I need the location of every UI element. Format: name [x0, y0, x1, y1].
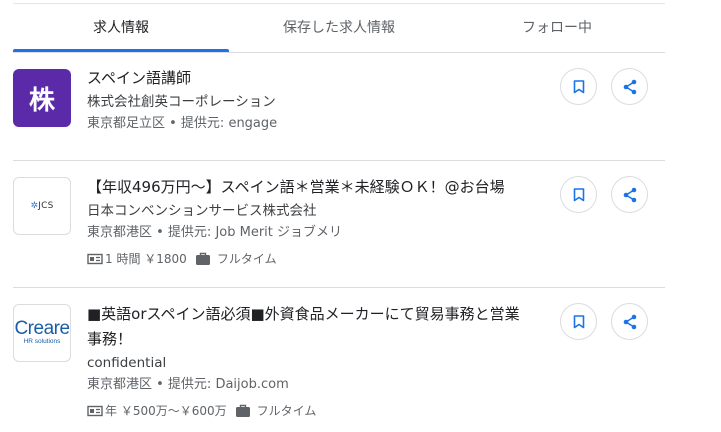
- job-meta: 年 ￥500万〜￥600万 フルタイム: [87, 402, 543, 420]
- tab-job-info[interactable]: 求人情報: [13, 4, 229, 52]
- logo-label: JCS: [38, 201, 54, 211]
- logo-text: 株: [28, 85, 55, 116]
- job-location-source: 東京都足立区 • 提供元: engage: [87, 116, 278, 131]
- salary-text: 1 時間 ￥1800: [105, 252, 187, 266]
- logo-text: ✲JCS: [30, 201, 53, 211]
- logo-subtext: HR solutions: [23, 338, 61, 345]
- save-button[interactable]: [560, 303, 597, 340]
- job-results-panel: 求人情報 保存した求人情報 フォロー中 株 スペイン語講師 株式会社創英コーポレ…: [0, 0, 721, 432]
- save-button[interactable]: [560, 68, 597, 105]
- job-card[interactable]: Creare HR solutions ■英語orスペイン語必須■外資食品メーカ…: [13, 303, 665, 428]
- share-button[interactable]: [611, 68, 648, 105]
- share-button[interactable]: [611, 303, 648, 340]
- salary-text: 年 ￥500万〜￥600万: [105, 404, 227, 418]
- job-info: 【年収496万円〜】スペイン語＊営業＊未経験ＯＫ！@お台場 日本コンベンションサ…: [87, 175, 543, 268]
- salary-icon: [87, 405, 103, 417]
- company-name: 株式会社創英コーポレーション: [87, 94, 276, 110]
- job-meta: 1 時間 ￥1800 フルタイム: [87, 250, 543, 268]
- bookmark-icon: [573, 79, 584, 93]
- active-tab-indicator: [13, 49, 229, 52]
- bookmark-icon: [573, 187, 584, 201]
- share-icon: [623, 79, 636, 94]
- tab-saved-jobs[interactable]: 保存した求人情報: [229, 4, 449, 52]
- employment-type: フルタイム: [256, 404, 317, 418]
- job-card[interactable]: 株 スペイン語講師 株式会社創英コーポレーション 東京都足立区 • 提供元: e…: [13, 68, 665, 148]
- employment-type: フルタイム: [216, 252, 277, 266]
- job-location-source: 東京都港区 • 提供元: Daijob.com: [87, 377, 289, 392]
- job-info: スペイン語講師 株式会社創英コーポレーション 東京都足立区 • 提供元: eng…: [87, 66, 543, 135]
- tab-following[interactable]: フォロー中: [449, 4, 665, 52]
- company-logo: 株: [13, 69, 71, 127]
- company-name: confidential: [87, 355, 167, 371]
- job-info: ■英語orスペイン語必須■外資食品メーカーにて貿易事務と営業 事務！ confi…: [87, 302, 543, 420]
- divider: [13, 160, 665, 161]
- job-title-line-2[interactable]: 事務！: [87, 327, 543, 352]
- bookmark-icon: [573, 314, 584, 328]
- company-logo: ✲JCS: [13, 177, 71, 235]
- share-icon: [623, 187, 636, 202]
- briefcase-icon: [235, 404, 251, 418]
- job-title-line-1[interactable]: ■英語orスペイン語必須■外資食品メーカーにて貿易事務と営業: [87, 302, 543, 327]
- divider: [13, 287, 665, 288]
- share-button[interactable]: [611, 176, 648, 213]
- job-card[interactable]: ✲JCS 【年収496万円〜】スペイン語＊営業＊未経験ＯＫ！@お台場 日本コンベ…: [13, 176, 665, 276]
- job-title[interactable]: スペイン語講師: [87, 66, 543, 91]
- company-name: 日本コンベンションサービス株式会社: [87, 203, 317, 219]
- briefcase-icon: [195, 252, 211, 266]
- job-location-source: 東京都港区 • 提供元: Job Merit ジョブメリ: [87, 225, 343, 240]
- save-button[interactable]: [560, 176, 597, 213]
- job-title[interactable]: 【年収496万円〜】スペイン語＊営業＊未経験ＯＫ！@お台場: [87, 175, 543, 200]
- tab-bar: 求人情報 保存した求人情報 フォロー中: [13, 4, 665, 53]
- company-logo: Creare HR solutions: [13, 304, 71, 362]
- logo-text: Creare: [14, 318, 70, 339]
- salary-icon: [87, 253, 103, 265]
- share-icon: [623, 314, 636, 329]
